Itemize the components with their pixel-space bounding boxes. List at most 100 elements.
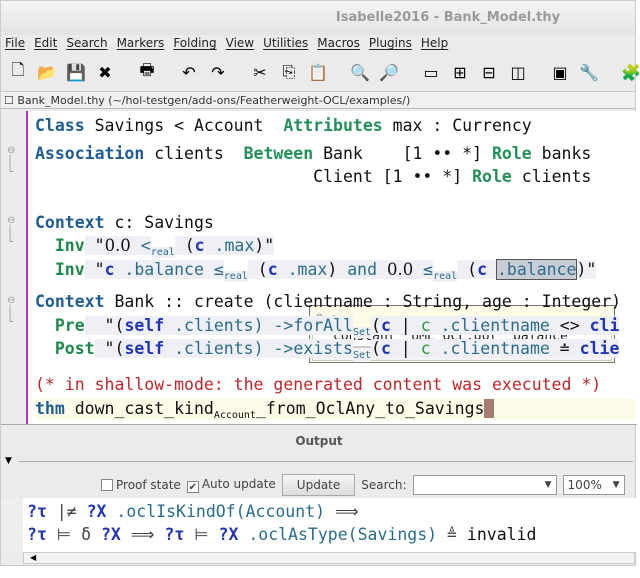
output-token: ?X [218, 525, 239, 544]
fold-handle-icon[interactable]: ⊖ │ └ [7, 145, 15, 178]
print-icon[interactable]: 🖶 [136, 60, 158, 83]
options-icon[interactable]: ▣ [549, 61, 571, 83]
buffer-path: Bank_Model.thy (~/hol-testgen/add-ons/Fe… [17, 94, 411, 107]
code-token: Inv [54, 236, 85, 255]
code-token: ( [371, 339, 381, 358]
code-token: ( [174, 236, 195, 255]
auto-update-checkbox[interactable]: ✔ Auto update [186, 477, 276, 494]
output-panel-title: Output [295, 434, 343, 448]
code-token: .clients [164, 339, 254, 358]
menu-help[interactable]: Help [421, 36, 448, 54]
output-horizontal-scrollbar[interactable]: ◀ [23, 552, 635, 564]
code-line: Inv "0.0 <real (c .max)" [35, 235, 275, 258]
code-token: ≤ [213, 260, 224, 279]
menu-macros[interactable]: Macros [317, 36, 360, 54]
find-replace-icon[interactable]: 🔎 [378, 61, 400, 83]
proof-state-checkbox[interactable]: Proof state [101, 478, 181, 492]
output-text[interactable]: ?τ |≠ ?X .oclIsKindOf(Account) ⟹ ?τ ⊨ δ ?… [1, 498, 637, 552]
paste-icon[interactable]: 📋 [307, 61, 329, 83]
menu-plugins[interactable]: Plugins [369, 36, 412, 54]
code-token: " [84, 260, 105, 279]
split-horizontal-icon[interactable]: ⊟ [478, 61, 500, 83]
menu-edit[interactable]: Edit [34, 36, 57, 54]
code-token: Pre [54, 316, 85, 335]
code-token: ( [247, 260, 268, 279]
code-token: c [420, 316, 431, 335]
split-icon[interactable]: ⊞ [449, 61, 471, 83]
new-view-icon[interactable]: ▭ [420, 61, 442, 83]
search-label: Search: [361, 478, 407, 492]
find-icon[interactable]: 🔍 [349, 61, 371, 83]
code-token: Account [213, 410, 256, 421]
redo-icon[interactable]: ↷ [207, 61, 229, 83]
code-token: 0.0 [386, 260, 414, 279]
new-file-icon[interactable]: 🗋 [7, 60, 29, 83]
chevron-down-icon[interactable]: ▼ [545, 480, 552, 490]
copy-icon[interactable]: ⎘ [278, 61, 300, 83]
menu-view[interactable]: View [226, 36, 254, 54]
editor-gutter: ⊖ │ └ ⊖ │ └ ⊖ │ └ [1, 111, 28, 424]
code-token: .clientname [430, 316, 550, 335]
code-token: ) [327, 260, 348, 279]
menu-bar: File Edit Search Markers Folding View Utilitie… [5, 36, 448, 54]
output-token: ?X [86, 502, 107, 521]
code-line: Context Bank :: create (clientname : Str… [35, 291, 621, 313]
collapse-panel-icon[interactable]: ▼ [5, 456, 12, 466]
close-file-icon[interactable]: ✖ [94, 61, 116, 83]
zoom-select[interactable]: 100% ▼ [562, 475, 625, 495]
undo-icon[interactable]: ↶ [178, 61, 200, 83]
code-token: c [380, 316, 391, 335]
output-gutter [1, 498, 23, 552]
fold-handle-icon[interactable]: ⊖ │ └ [7, 295, 15, 328]
save-icon[interactable]: 💾 [65, 61, 87, 83]
menu-markers[interactable]: Markers [117, 36, 165, 54]
fold-handle-icon[interactable]: ⊖ │ └ [7, 215, 15, 248]
code-line: (* in shallow-mode: the generated conten… [35, 374, 601, 396]
open-icon[interactable]: 📂 [36, 61, 58, 83]
output-token: ?X [100, 525, 121, 544]
buffer-path-bar[interactable]: ☐ Bank_Model.thy (~/hol-testgen/add-ons/… [1, 91, 635, 109]
chevron-down-icon[interactable]: ▼ [613, 480, 620, 490]
code-token: c [194, 236, 205, 255]
code-token: | [390, 316, 421, 335]
code-token: c [104, 260, 115, 279]
code-token: Set [352, 350, 371, 361]
code-token: Between [243, 144, 314, 163]
code-token: clients [511, 167, 592, 186]
code-token: Context [35, 292, 105, 311]
output-token: ?τ [164, 525, 185, 544]
cut-icon[interactable]: ✂ [249, 61, 271, 83]
code-token: Post [54, 339, 95, 358]
output-token: |≠ [46, 502, 87, 521]
split-vertical-icon[interactable]: ◫ [507, 61, 529, 83]
output-toolbar: Proof state ✔ Auto update Update Search: … [101, 473, 625, 497]
menu-file[interactable]: File [5, 36, 25, 54]
code-token: Role [472, 167, 512, 186]
menu-utilities[interactable]: Utilities [263, 36, 308, 54]
code-token: <> [549, 316, 590, 335]
plugin-icon[interactable]: 🧩 [620, 61, 640, 83]
panel-divider[interactable] [19, 461, 633, 462]
code-line: Context c: Savings [35, 212, 214, 234]
code-token: Association [35, 144, 145, 163]
menu-search[interactable]: Search [66, 36, 107, 54]
code-token: )" [254, 236, 275, 255]
code-line: Client [1 •• *] Role clients [35, 166, 591, 188]
update-button[interactable]: Update [281, 474, 356, 496]
search-input[interactable]: ▼ [412, 475, 557, 495]
code-token: ) ->exists [253, 339, 353, 358]
tools-icon[interactable]: 🔧 [578, 61, 600, 83]
output-token: ⟹ [325, 502, 359, 521]
output-token: ≜ [437, 525, 467, 544]
code-token: Attributes [283, 116, 383, 135]
text-editor[interactable]: ⊖│└ ⊖│└ ⊖│└ ⊗⇥ constant "UML_OCL.dot__ba… [1, 111, 637, 425]
code-token: 0.0 [104, 236, 131, 255]
output-token: ?τ [27, 502, 47, 521]
code-token: ≤ [413, 260, 434, 279]
menu-folding[interactable]: Folding [173, 36, 216, 54]
code-line: Pre "(self .clients) ->forAllSet(c | c .… [35, 315, 620, 338]
code-token: real [150, 247, 175, 258]
code-token: Set [352, 327, 371, 338]
proof-state-label: Proof state [116, 478, 181, 492]
